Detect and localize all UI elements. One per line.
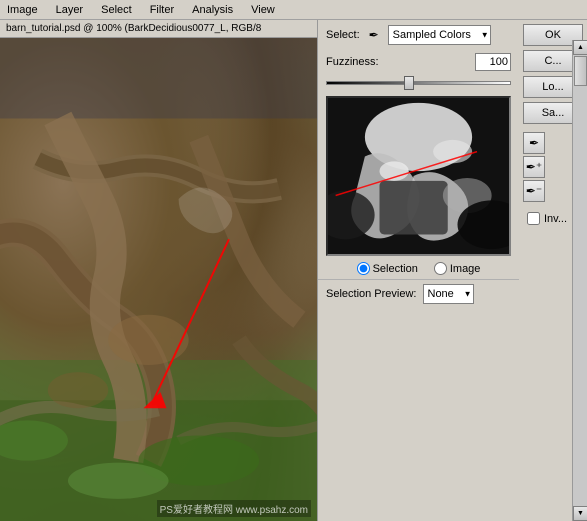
color-range-dialog: Select: ✒ Sampled Colors ▼ Fuzziness: 10… xyxy=(318,20,587,308)
slider-track[interactable] xyxy=(326,76,511,90)
eyedropper-plus-button[interactable]: ✒⁺ xyxy=(523,156,545,178)
slider-thumb[interactable] xyxy=(404,76,414,90)
selection-preview-row: Selection Preview: None ▼ xyxy=(318,279,519,308)
eyedropper-minus-button[interactable]: ✒⁻ xyxy=(523,180,545,202)
radio-row: Selection Image xyxy=(318,258,519,279)
scroll-thumb[interactable] xyxy=(574,56,587,86)
menu-image[interactable]: Image xyxy=(4,3,41,17)
select-dropdown[interactable]: Sampled Colors xyxy=(388,25,491,45)
image-title-bar: barn_tutorial.psd @ 100% (BarkDecidious0… xyxy=(0,20,317,38)
right-panel: Select: ✒ Sampled Colors ▼ Fuzziness: 10… xyxy=(317,20,587,521)
radio-image-label: Image xyxy=(450,263,481,275)
menu-view[interactable]: View xyxy=(248,3,278,17)
dialog-main: Select: ✒ Sampled Colors ▼ Fuzziness: 10… xyxy=(318,20,519,308)
preview-svg xyxy=(328,98,509,254)
menu-layer[interactable]: Layer xyxy=(53,3,87,17)
slider-bg xyxy=(326,81,511,85)
menu-select[interactable]: Select xyxy=(98,3,135,17)
main-area: barn_tutorial.psd @ 100% (BarkDecidious0… xyxy=(0,20,587,521)
watermark: PS爱好者教程网 www.psahz.com xyxy=(157,500,311,517)
scroll-down-arrow[interactable]: ▼ xyxy=(573,506,587,521)
select-row: Select: ✒ Sampled Colors ▼ xyxy=(318,20,519,50)
photo-canvas[interactable]: PS爱好者教程网 www.psahz.com xyxy=(0,38,317,521)
menu-bar: Image Layer Select Filter Analysis View xyxy=(0,0,587,20)
slider-row xyxy=(318,74,519,94)
menu-analysis[interactable]: Analysis xyxy=(189,3,236,17)
fuzziness-value[interactable]: 100 xyxy=(475,53,511,71)
scroll-up-arrow[interactable]: ▲ xyxy=(573,40,587,55)
radio-image[interactable]: Image xyxy=(434,262,481,275)
select-wrapper: Sampled Colors ▼ xyxy=(388,25,491,45)
select-eyedropper-icon: ✒ xyxy=(366,27,382,43)
preview-content xyxy=(328,98,509,254)
invert-label: Inv... xyxy=(544,213,567,225)
radio-selection-label: Selection xyxy=(373,263,418,275)
preview-area[interactable] xyxy=(326,96,511,256)
invert-checkbox[interactable] xyxy=(527,212,540,225)
eyedropper-minus-icon: ✒⁻ xyxy=(526,184,542,198)
radio-selection[interactable]: Selection xyxy=(357,262,418,275)
select-label: Select: xyxy=(326,29,360,41)
fuzziness-row: Fuzziness: 100 xyxy=(318,50,519,74)
sel-preview-label: Selection Preview: xyxy=(326,288,417,300)
menu-filter[interactable]: Filter xyxy=(147,3,177,17)
image-title: barn_tutorial.psd @ 100% (BarkDecidious0… xyxy=(6,23,261,34)
sel-preview-dropdown[interactable]: None xyxy=(423,284,474,304)
eyedropper-icon: ✒ xyxy=(529,136,539,150)
scroll-down-icon: ▼ xyxy=(577,510,584,517)
eyedropper-plus-icon: ✒⁺ xyxy=(526,160,542,174)
fuzziness-label: Fuzziness: xyxy=(326,56,379,68)
sel-preview-select-wrapper: None ▼ xyxy=(423,284,474,304)
scroll-up-icon: ▲ xyxy=(577,44,584,51)
eyedropper-button[interactable]: ✒ xyxy=(523,132,545,154)
tree-roots-svg xyxy=(0,38,317,521)
canvas-area: barn_tutorial.psd @ 100% (BarkDecidious0… xyxy=(0,20,317,521)
scroll-track[interactable] xyxy=(573,55,587,506)
